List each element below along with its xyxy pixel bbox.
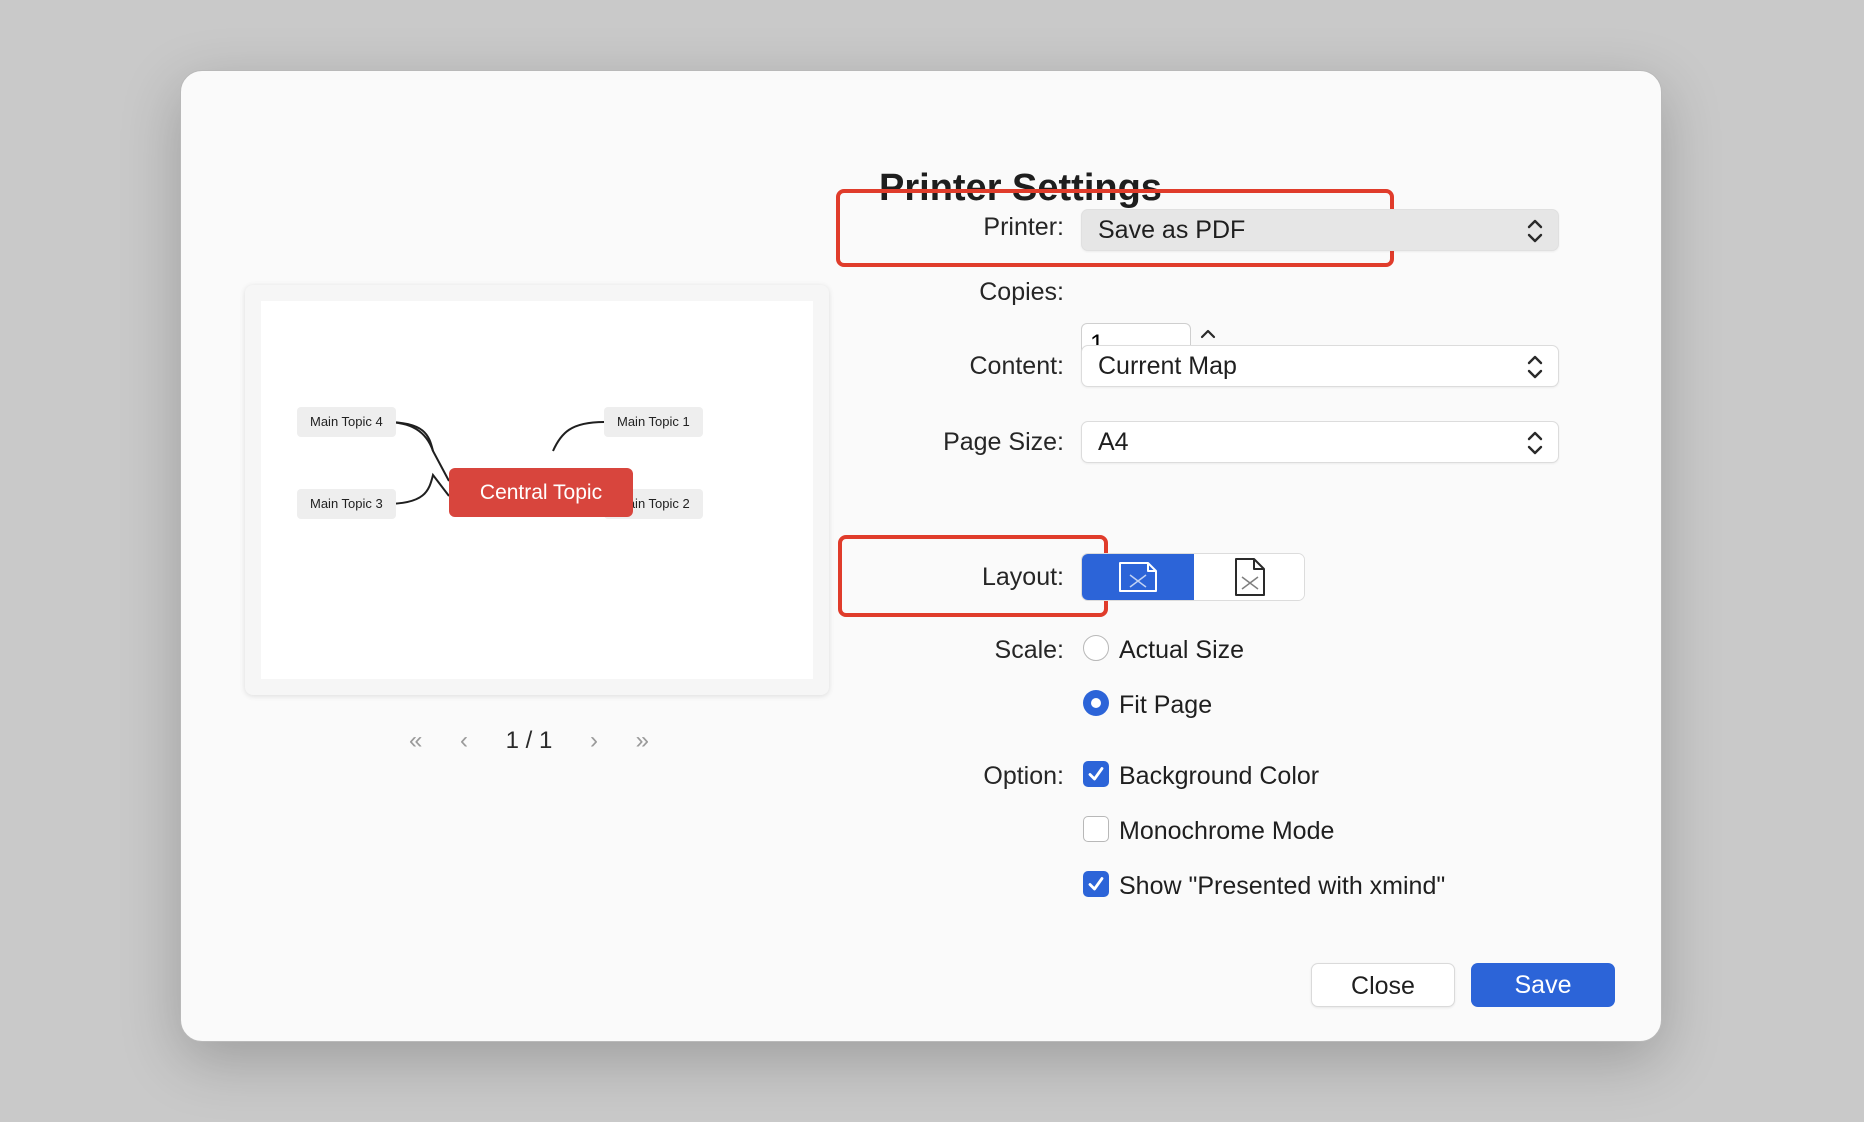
main-topic-4[interactable]: Main Topic 4	[297, 407, 396, 437]
next-page-icon[interactable]: ›	[590, 727, 598, 755]
main-topic-1[interactable]: Main Topic 1	[604, 407, 703, 437]
printer-settings-dialog: Main Topic 4 Main Topic 3 Main Topic 1 M…	[180, 70, 1662, 1042]
monochrome-mode-label: Monochrome Mode	[1119, 817, 1335, 845]
background-color-label: Background Color	[1119, 762, 1320, 790]
print-preview: Main Topic 4 Main Topic 3 Main Topic 1 M…	[245, 285, 829, 695]
printer-select[interactable]: Save as PDF	[1081, 209, 1559, 251]
chevron-updown-icon	[1527, 431, 1543, 455]
checkmark-icon	[1088, 877, 1104, 891]
close-button[interactable]: Close	[1311, 963, 1455, 1007]
last-page-icon[interactable]: »	[636, 727, 649, 755]
monochrome-mode-checkbox[interactable]	[1083, 816, 1109, 842]
page-size-select[interactable]: A4	[1081, 421, 1559, 463]
actual-size-radio[interactable]	[1083, 635, 1109, 661]
page-size-label: Page Size:	[943, 428, 1064, 456]
scale-label: Scale:	[994, 636, 1064, 664]
prev-page-icon[interactable]: ‹	[460, 727, 468, 755]
layout-landscape-button[interactable]	[1082, 554, 1194, 600]
printer-value: Save as PDF	[1098, 216, 1246, 244]
fit-page-label: Fit Page	[1119, 691, 1213, 719]
background-color-checkbox[interactable]	[1083, 761, 1109, 787]
layout-segmented-control	[1081, 553, 1305, 601]
content-label: Content:	[969, 352, 1064, 380]
presented-with-xmind-checkbox[interactable]	[1083, 871, 1109, 897]
layout-portrait-button[interactable]	[1194, 554, 1304, 600]
copies-label: Copies:	[979, 278, 1064, 306]
fit-page-radio[interactable]	[1083, 690, 1109, 716]
portrait-page-icon	[1235, 558, 1265, 596]
first-page-icon[interactable]: «	[409, 727, 422, 755]
page-indicator: 1 / 1	[505, 727, 553, 754]
presented-with-xmind-label: Show "Presented with xmind"	[1119, 872, 1446, 900]
chevron-updown-icon	[1527, 219, 1543, 243]
content-select[interactable]: Current Map	[1081, 345, 1559, 387]
option-label: Option:	[983, 762, 1064, 790]
page-navigation: « ‹ 1 / 1 › »	[409, 721, 649, 761]
printer-label: Printer:	[983, 213, 1064, 241]
actual-size-label: Actual Size	[1119, 636, 1245, 664]
page-size-value: A4	[1098, 428, 1129, 456]
content-value: Current Map	[1098, 352, 1237, 380]
central-topic[interactable]: Central Topic	[449, 468, 633, 517]
save-button[interactable]: Save	[1471, 963, 1615, 1007]
preview-page: Main Topic 4 Main Topic 3 Main Topic 1 M…	[261, 301, 813, 679]
landscape-page-icon	[1119, 562, 1157, 592]
checkmark-icon	[1088, 767, 1104, 781]
chevron-updown-icon	[1527, 355, 1543, 379]
layout-label: Layout:	[981, 563, 1064, 591]
main-topic-3[interactable]: Main Topic 3	[297, 489, 396, 519]
